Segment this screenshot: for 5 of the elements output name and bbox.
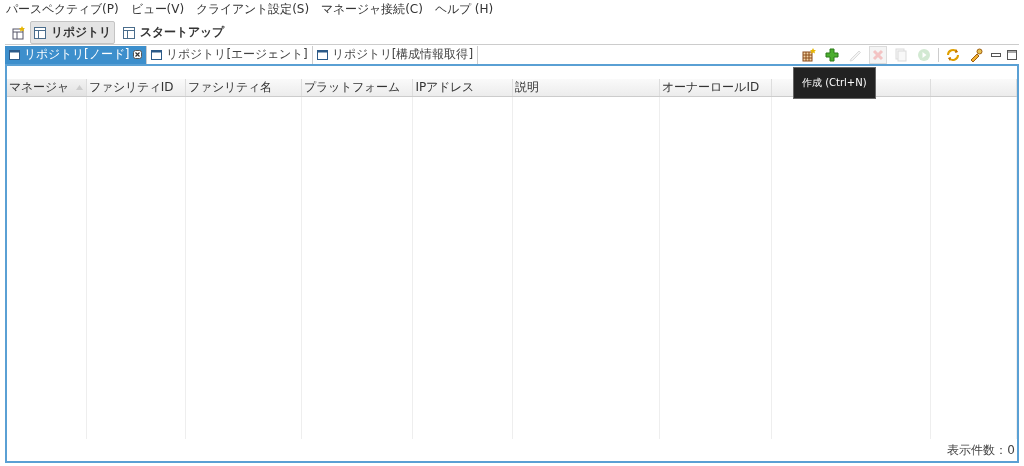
tooltip: 作成 (Ctrl+N) (793, 67, 876, 99)
tab-label: リポジトリ[ノード] (24, 46, 130, 63)
tab-label: リポジトリ[エージェント] (166, 46, 308, 63)
tab-label: リポジトリ[構成情報取得] (331, 46, 474, 63)
record-count: 表示件数：0 (947, 442, 1016, 459)
